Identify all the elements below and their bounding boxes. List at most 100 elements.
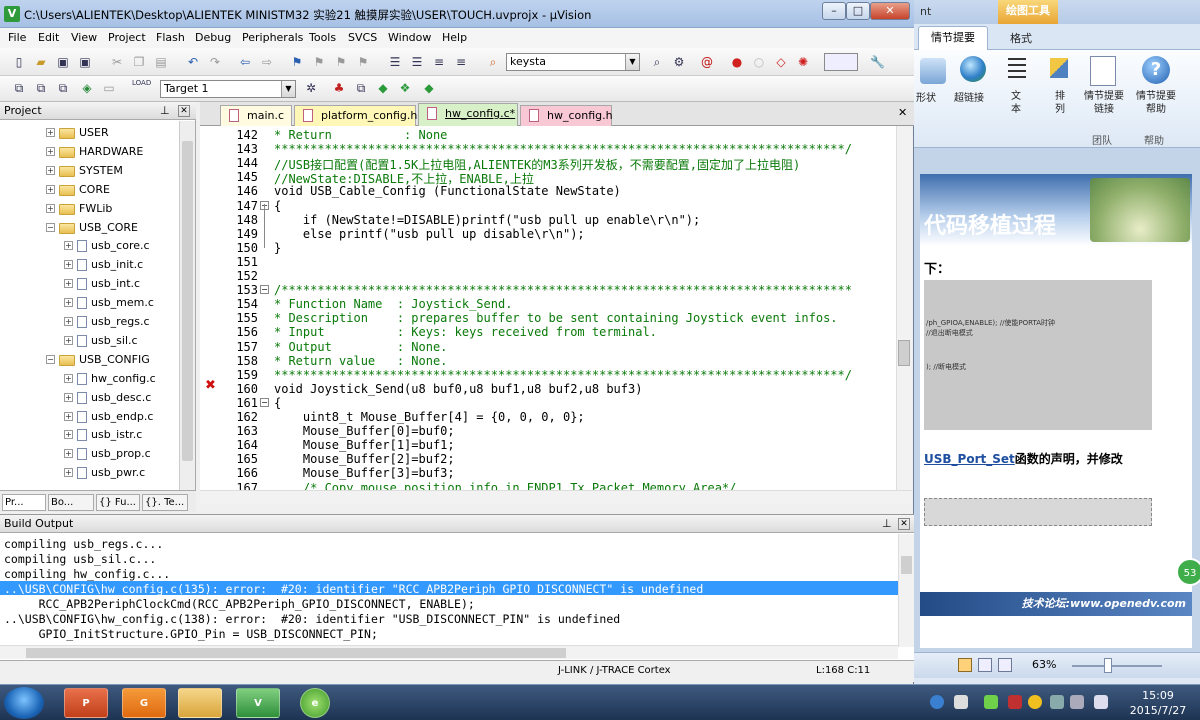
- start-debug-icon[interactable]: @: [700, 55, 714, 69]
- tree-file-item[interactable]: + usb_sil.c: [0, 332, 178, 350]
- tree-file-item[interactable]: + usb_istr.c: [0, 426, 178, 444]
- menu-debug[interactable]: Debug: [195, 31, 231, 44]
- taskbar-explorer-icon[interactable]: [178, 688, 222, 718]
- save-all-icon[interactable]: ▣: [78, 55, 92, 69]
- tray-flag-icon[interactable]: [1070, 695, 1084, 709]
- code-line[interactable]: * Return value : None.: [274, 354, 447, 368]
- tray-im-icon[interactable]: [1028, 695, 1042, 709]
- window-layout-button[interactable]: [824, 53, 858, 71]
- find-combo[interactable]: keysta ▼: [506, 53, 640, 71]
- code-line[interactable]: Mouse_Buffer[2]=buf2;: [274, 452, 455, 466]
- taskbar-uvision-icon[interactable]: V: [236, 688, 280, 718]
- tree-file-item[interactable]: + hw_config.c: [0, 370, 178, 388]
- target-select[interactable]: Target 1 ▼: [160, 80, 296, 98]
- code-line[interactable]: * Output : None.: [274, 340, 447, 354]
- code-line[interactable]: uint8_t Mouse_Buffer[4] = {0, 0, 0, 0};: [274, 410, 585, 424]
- slide-selected-shape[interactable]: [924, 498, 1152, 526]
- project-scrollbar[interactable]: [179, 121, 195, 493]
- tree-folder-item[interactable]: + SYSTEM: [0, 162, 178, 180]
- tray-app-icon[interactable]: [1008, 695, 1022, 709]
- zoom-slider[interactable]: [1072, 665, 1162, 667]
- normal-view-icon[interactable]: [958, 658, 972, 672]
- find-in-files-icon[interactable]: ⌕: [486, 55, 500, 69]
- expand-icon[interactable]: +: [64, 373, 73, 383]
- code-line[interactable]: Mouse_Buffer[0]=buf0;: [274, 424, 455, 438]
- editor-scroll-thumb[interactable]: [898, 340, 910, 366]
- expand-icon[interactable]: +: [64, 335, 73, 345]
- collapse-icon[interactable]: −: [46, 222, 55, 232]
- build-output-line[interactable]: RCC_APB2PeriphClockCmd(RCC_APB2Periph_GP…: [4, 597, 475, 611]
- zoom-level[interactable]: 63%: [1032, 658, 1056, 671]
- menu-project[interactable]: Project: [108, 31, 146, 44]
- tree-folder-item[interactable]: − USB_CONFIG: [0, 351, 178, 369]
- pack-installer-icon[interactable]: ◆: [422, 81, 436, 95]
- code-line[interactable]: else printf("usb pull up disable\r\n");: [274, 227, 585, 241]
- rebuild-icon[interactable]: ⧉: [56, 81, 70, 95]
- select-packs-icon[interactable]: ❖: [398, 81, 412, 95]
- shape-icon[interactable]: [920, 58, 946, 84]
- debug-session-icon[interactable]: ⚙: [672, 55, 686, 69]
- new-file-icon[interactable]: ▯: [12, 55, 26, 69]
- tree-file-item[interactable]: + usb_desc.c: [0, 389, 178, 407]
- code-line[interactable]: * Function Name : Joystick_Send.: [274, 297, 512, 311]
- tray-display-icon[interactable]: [954, 695, 968, 709]
- code-line[interactable]: Mouse_Buffer[3]=buf3;: [274, 466, 455, 480]
- tree-folder-item[interactable]: + USER: [0, 124, 178, 142]
- menu-window[interactable]: Window: [388, 31, 431, 44]
- code-line[interactable]: * Description : prepares buffer to be se…: [274, 311, 838, 325]
- expand-icon[interactable]: +: [46, 128, 55, 137]
- build-output-text[interactable]: compiling usb_regs.c... compiling usb_sil…: [0, 535, 898, 645]
- expand-icon[interactable]: +: [64, 411, 73, 421]
- nav-forward-icon[interactable]: ⇨: [260, 55, 274, 69]
- code-line[interactable]: void Joystick_Send(u8 buf0,u8 buf1,u8 bu…: [274, 382, 642, 396]
- manage-components-icon[interactable]: ♣: [332, 81, 346, 95]
- tab-format[interactable]: 格式: [1010, 30, 1032, 46]
- tree-file-item[interactable]: + usb_core.c: [0, 237, 178, 255]
- code-line[interactable]: Mouse_Buffer[1]=buf1;: [274, 438, 455, 452]
- build-output-line[interactable]: ..\USB\CONFIG\hw_config.c(138): error: #…: [4, 612, 620, 626]
- expand-icon[interactable]: +: [64, 430, 73, 440]
- text-icon[interactable]: [1008, 58, 1026, 80]
- tray-help-icon[interactable]: [930, 695, 944, 709]
- code-line[interactable]: }: [274, 241, 281, 255]
- menu-help[interactable]: Help: [442, 31, 467, 44]
- open-folder-icon[interactable]: ▰: [34, 55, 48, 69]
- build-hscroll-thumb[interactable]: [26, 648, 566, 658]
- editor-tab[interactable]: platform_config.h: [294, 105, 417, 126]
- code-editor[interactable]: 142143144145146147−148149150151152153−15…: [200, 126, 912, 504]
- tree-folder-item[interactable]: + FWLib: [0, 200, 178, 218]
- unindent-icon[interactable]: ☰: [410, 55, 424, 69]
- stop-build-icon[interactable]: ▭: [102, 81, 116, 95]
- tree-file-item[interactable]: + usb_mem.c: [0, 294, 178, 312]
- minimize-button[interactable]: –: [822, 2, 846, 20]
- menu-tools[interactable]: Tools: [309, 31, 336, 44]
- breakpoint-icon[interactable]: ●: [730, 55, 744, 69]
- bookmark-icon[interactable]: ⚑: [290, 55, 304, 69]
- start-button[interactable]: [4, 687, 44, 719]
- disable-breakpoint-icon[interactable]: ○: [752, 55, 766, 69]
- tree-folder-item[interactable]: + HARDWARE: [0, 143, 178, 161]
- tab-project[interactable]: Pr...: [2, 494, 46, 511]
- copy-icon[interactable]: ❐: [132, 55, 146, 69]
- code-line[interactable]: /* Copy mouse position info in ENDP1 Tx …: [274, 481, 736, 491]
- tree-file-item[interactable]: + usb_pwr.c: [0, 464, 178, 482]
- reading-view-icon[interactable]: [998, 658, 1012, 672]
- file-extensions-icon[interactable]: ⧉: [354, 81, 368, 95]
- tree-file-item[interactable]: + usb_prop.c: [0, 445, 178, 463]
- expand-icon[interactable]: +: [64, 279, 73, 289]
- editor-tab[interactable]: main.c: [220, 105, 292, 126]
- code-line[interactable]: void USB_Cable_Config (FunctionalState N…: [274, 184, 621, 198]
- close-button[interactable]: ✕: [870, 2, 910, 20]
- menu-peripherals[interactable]: Peripherals: [242, 31, 303, 44]
- clock[interactable]: 15:09 2015/7/27: [1120, 688, 1196, 718]
- pin-icon[interactable]: ⊥: [882, 515, 892, 533]
- build-output-line[interactable]: compiling hw_config.c...: [4, 567, 170, 581]
- save-icon[interactable]: ▣: [56, 55, 70, 69]
- tab-templates[interactable]: {}. Te...: [142, 494, 188, 511]
- project-scroll-thumb[interactable]: [182, 141, 193, 461]
- expand-icon[interactable]: +: [64, 392, 73, 402]
- comment-icon[interactable]: ≡: [432, 55, 446, 69]
- code-line[interactable]: if (NewState!=DISABLE)printf("usb pull u…: [274, 213, 700, 227]
- tray-volume-icon[interactable]: [1094, 695, 1108, 709]
- undo-icon[interactable]: ↶: [186, 55, 200, 69]
